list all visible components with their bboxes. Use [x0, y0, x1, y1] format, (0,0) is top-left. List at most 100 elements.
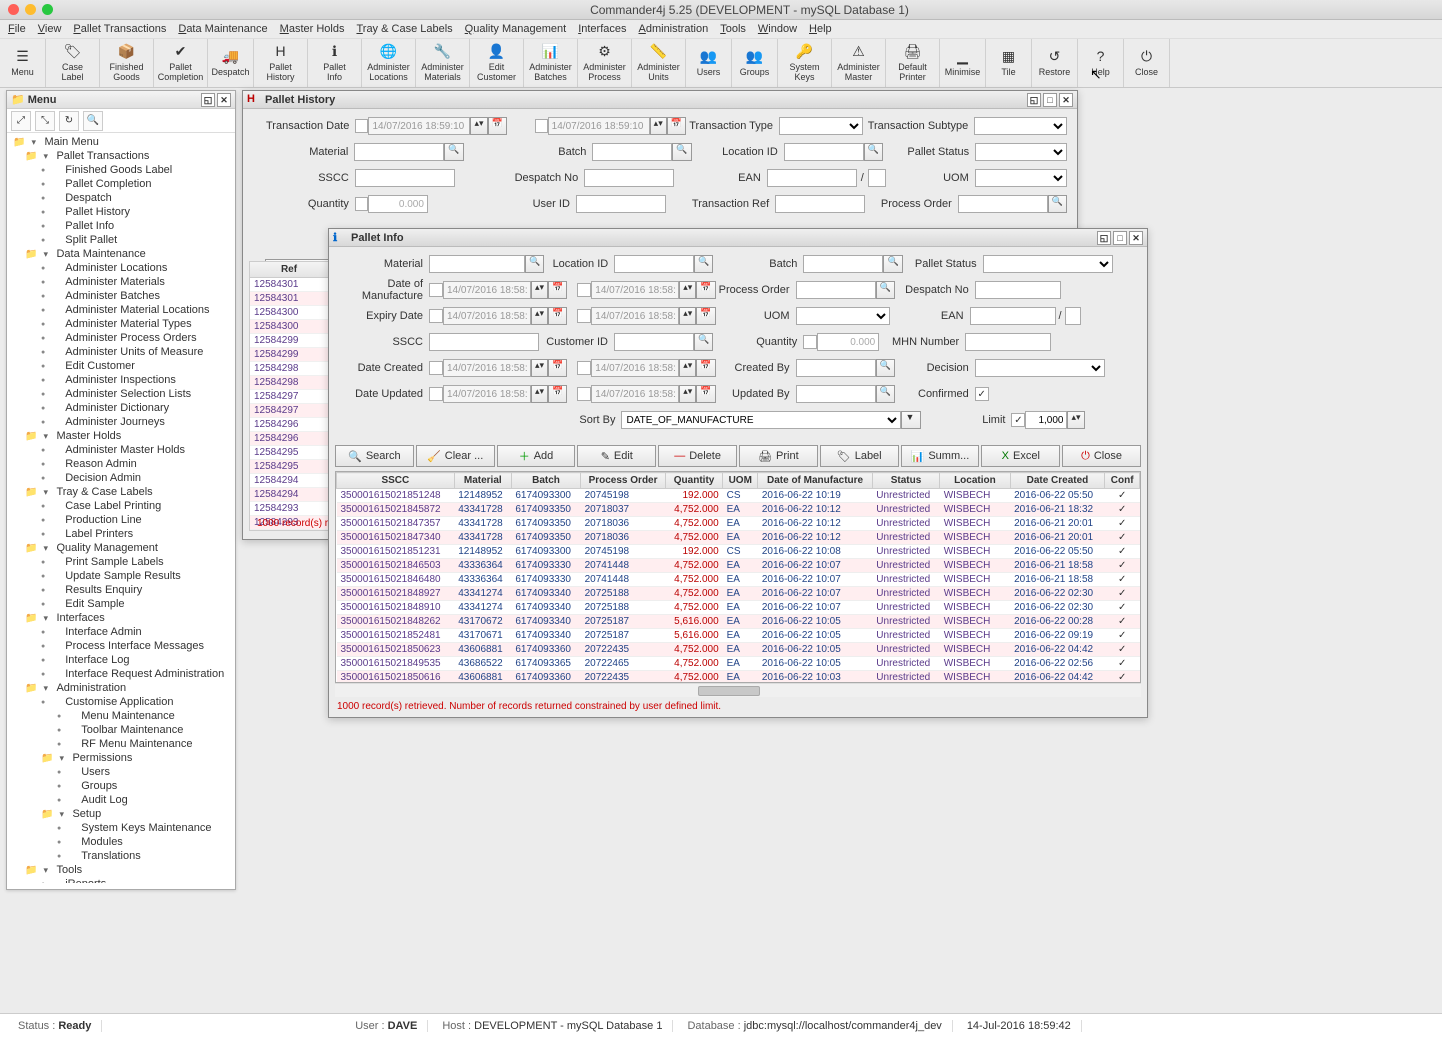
- panel-detach-icon[interactable]: ◱: [201, 93, 215, 107]
- date-step-icon[interactable]: ▴▾: [470, 117, 487, 135]
- tree-root[interactable]: ▾Main Menu: [7, 135, 235, 149]
- menu-window[interactable]: Window: [758, 23, 797, 35]
- expiry-from-check[interactable]: [429, 309, 443, 323]
- table-row[interactable]: 3500016150218465034333636461740933302074…: [337, 559, 1140, 573]
- tree-item[interactable]: Edit Customer: [7, 359, 235, 373]
- column-header[interactable]: UOM: [723, 473, 758, 489]
- calendar-icon[interactable]: 📅: [696, 385, 715, 403]
- ref-row[interactable]: 12584296: [250, 432, 328, 446]
- tree-item[interactable]: ▾Quality Management: [7, 541, 235, 555]
- toolbar-edit-customer[interactable]: 👤EditCustomer: [470, 39, 524, 87]
- info-table-wrap[interactable]: SSCCMaterialBatchProcess OrderQuantityUO…: [335, 471, 1141, 683]
- calendar-icon[interactable]: 📅: [696, 359, 715, 377]
- lookup-icon[interactable]: 🔍: [876, 281, 895, 299]
- uom-select[interactable]: [975, 169, 1067, 187]
- qty-input[interactable]: [368, 195, 428, 213]
- tree-item[interactable]: Users: [7, 765, 235, 779]
- tree-item[interactable]: Pallet Completion: [7, 177, 235, 191]
- tree-item[interactable]: Administer Material Types: [7, 317, 235, 331]
- process-order-input[interactable]: [796, 281, 876, 299]
- confirmed-check[interactable]: ✓: [975, 387, 989, 401]
- created-from-input[interactable]: [443, 359, 531, 377]
- tree-item[interactable]: Process Interface Messages: [7, 639, 235, 653]
- window-maximize-icon[interactable]: □: [1043, 93, 1057, 107]
- tree-item[interactable]: Interface Admin: [7, 625, 235, 639]
- customer-input[interactable]: [614, 333, 694, 351]
- tree-item[interactable]: Edit Sample: [7, 597, 235, 611]
- despatch-input[interactable]: [975, 281, 1061, 299]
- toolbar-finished-goods[interactable]: 📦FinishedGoods: [100, 39, 154, 87]
- tree-item[interactable]: Print Sample Labels: [7, 555, 235, 569]
- tree-item[interactable]: Split Pallet: [7, 233, 235, 247]
- created-from-check[interactable]: [429, 361, 443, 375]
- column-header[interactable]: SSCC: [337, 473, 455, 489]
- tree-expand-icon[interactable]: ⤢: [11, 111, 31, 131]
- tree-item[interactable]: Administer Journeys: [7, 415, 235, 429]
- toolbar-case-label[interactable]: 🏷CaseLabel: [46, 39, 100, 87]
- tree-item[interactable]: ▾Tools: [7, 863, 235, 877]
- calendar-icon[interactable]: 📅: [488, 117, 507, 135]
- limit-check[interactable]: ✓: [1011, 413, 1025, 427]
- toolbar-administer-materials[interactable]: 🔧AdministerMaterials: [416, 39, 470, 87]
- menu-tools[interactable]: Tools: [720, 23, 746, 35]
- tree-item[interactable]: Administer Units of Measure: [7, 345, 235, 359]
- tree-item[interactable]: Groups: [7, 779, 235, 793]
- menu-quality-management[interactable]: Quality Management: [465, 23, 567, 35]
- ref-row[interactable]: 12584299: [250, 334, 328, 348]
- tree-item[interactable]: Label Printers: [7, 527, 235, 541]
- trans-date-from-check[interactable]: [355, 119, 368, 133]
- tree-item[interactable]: ▾Permissions: [7, 751, 235, 765]
- updated-to-check[interactable]: [577, 387, 591, 401]
- dom-to-check[interactable]: [577, 283, 591, 297]
- tree-item[interactable]: Interface Request Administration: [7, 667, 235, 681]
- horizontal-scrollbar[interactable]: [335, 683, 1141, 697]
- toolbar-help[interactable]: ?Help: [1078, 39, 1124, 87]
- updated-to-input[interactable]: [591, 385, 679, 403]
- table-row[interactable]: 3500016150218495354368652261740933652072…: [337, 657, 1140, 671]
- menu-view[interactable]: View: [38, 23, 62, 35]
- created-by-input[interactable]: [796, 359, 876, 377]
- column-header[interactable]: Process Order: [581, 473, 666, 489]
- tree-item[interactable]: Results Enquiry: [7, 583, 235, 597]
- menu-tray-case-labels[interactable]: Tray & Case Labels: [356, 23, 452, 35]
- delete-button[interactable]: —Delete: [658, 445, 737, 467]
- toolbar-administer-process[interactable]: ⚙AdministerProcess: [578, 39, 632, 87]
- tree-collapse-icon[interactable]: ⤡: [35, 111, 55, 131]
- sortby-select[interactable]: DATE_OF_MANUFACTURE: [621, 411, 901, 429]
- column-header[interactable]: Material: [454, 473, 511, 489]
- ref-row[interactable]: 12584295: [250, 460, 328, 474]
- panel-close-icon[interactable]: ✕: [217, 93, 231, 107]
- date-step-icon[interactable]: ▴▾: [679, 281, 696, 299]
- expiry-to-check[interactable]: [577, 309, 591, 323]
- table-row[interactable]: 3500016150218489104334127461740933402072…: [337, 601, 1140, 615]
- tree-item[interactable]: RF Menu Maintenance: [7, 737, 235, 751]
- tree-item[interactable]: Reason Admin: [7, 457, 235, 471]
- limit-step-icon[interactable]: ▴▾: [1067, 411, 1084, 429]
- column-header[interactable]: Location: [940, 473, 1010, 489]
- table-row[interactable]: 3500016150218482624317067261740933402072…: [337, 615, 1140, 629]
- tree-item[interactable]: ▾Pallet Transactions: [7, 149, 235, 163]
- tree-item[interactable]: Audit Log: [7, 793, 235, 807]
- window-detach-icon[interactable]: ◱: [1027, 93, 1041, 107]
- history-ref-list[interactable]: Ref 125843011258430112584300125843001258…: [249, 261, 329, 531]
- table-row[interactable]: 3500016150218489274334127461740933402072…: [337, 587, 1140, 601]
- tree-item[interactable]: Administer Selection Lists: [7, 387, 235, 401]
- lookup-icon[interactable]: 🔍: [525, 255, 544, 273]
- lookup-icon[interactable]: 🔍: [876, 359, 895, 377]
- batch-input[interactable]: [592, 143, 672, 161]
- ref-row[interactable]: 12584300: [250, 320, 328, 334]
- tree-item[interactable]: Despatch: [7, 191, 235, 205]
- sscc-input[interactable]: [355, 169, 455, 187]
- tree-item[interactable]: Administer Batches: [7, 289, 235, 303]
- excel-button[interactable]: XExcel: [981, 445, 1060, 467]
- menu-help[interactable]: Help: [809, 23, 832, 35]
- sscc-input[interactable]: [429, 333, 539, 351]
- userid-input[interactable]: [576, 195, 666, 213]
- pallet-info-titlebar[interactable]: ℹ Pallet Info ◱ □ ✕: [329, 229, 1147, 247]
- table-row[interactable]: 3500016150218512481214895261740933002074…: [337, 489, 1140, 503]
- ref-row[interactable]: 12584298: [250, 376, 328, 390]
- tree-item[interactable]: Interface Log: [7, 653, 235, 667]
- toolbar-pallet-info[interactable]: ℹPalletInfo: [308, 39, 362, 87]
- created-to-check[interactable]: [577, 361, 591, 375]
- column-header[interactable]: Date of Manufacture: [758, 473, 872, 489]
